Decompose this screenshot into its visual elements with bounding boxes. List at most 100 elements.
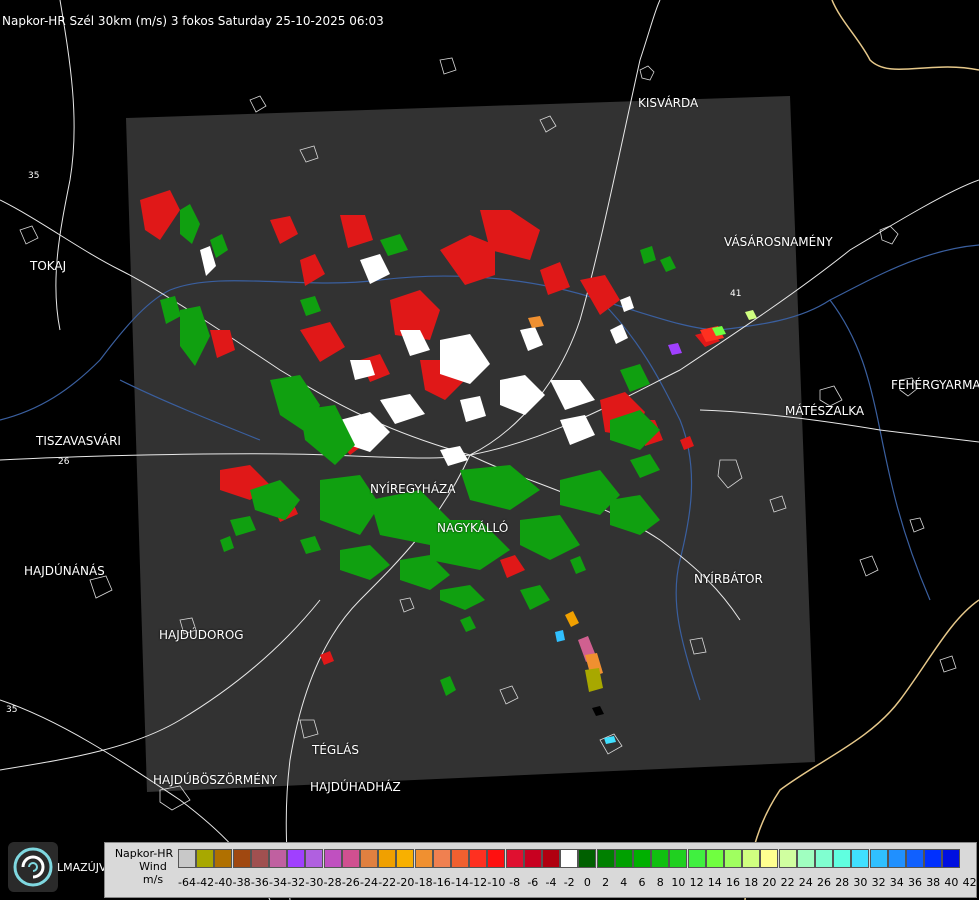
legend-tick-label: -8 [509, 876, 521, 889]
legend-tick-label: -14 [451, 876, 469, 889]
legend-tick-label: -38 [232, 876, 251, 889]
city-label-nyiregyhaza: NYÍREGYHÁZA [370, 482, 456, 496]
road-number-35-north: 35 [28, 171, 39, 181]
city-label-kisvarda: KISVÁRDA [638, 96, 699, 110]
legend-swatch [323, 849, 342, 868]
legend-swatch [651, 849, 670, 868]
legend-swatch [833, 849, 852, 868]
legend-swatch [287, 849, 306, 868]
legend-swatch [505, 849, 524, 868]
legend-tick-label: 30 [853, 876, 868, 889]
legend-swatch [596, 849, 615, 868]
legend-variable: Wind [139, 860, 167, 873]
wind-legend: Napkor-HR Wind m/s -64 -42 -40 -38 -36 -34 -32… [104, 842, 977, 898]
legend-swatch [250, 849, 269, 868]
legend-swatch [269, 849, 287, 868]
radar-coverage-area [126, 96, 815, 792]
road-number-26: 26 [58, 457, 70, 467]
legend-swatch [196, 849, 215, 868]
legend-swatch [560, 849, 579, 868]
legend-tick-label: -4 [545, 876, 557, 889]
legend-swatch [341, 849, 360, 868]
legend-swatch [742, 849, 761, 868]
legend-swatch [469, 849, 488, 868]
city-label-hajduhadhaz: HAJDÚHADHÁZ [310, 780, 401, 794]
city-label-hajduboszormeny: HAJDÚBÖSZÖRMÉNY [153, 773, 278, 787]
legend-tick-label: -22 [378, 876, 397, 889]
legend-tick-label: 2 [602, 876, 610, 889]
road-number-41: 41 [730, 289, 741, 299]
legend-swatch [232, 849, 251, 868]
legend-tick-label: 34 [889, 876, 904, 889]
legend-swatch [687, 849, 706, 868]
legend-swatch [778, 849, 797, 868]
legend-tick-label: 22 [780, 876, 795, 889]
legend-swatch [378, 849, 397, 868]
legend-swatch [705, 849, 724, 868]
legend-swatch [432, 849, 451, 868]
legend-tick-label: 4 [620, 876, 628, 889]
legend-swatch [214, 849, 233, 868]
legend-tick-label: -20 [396, 876, 415, 889]
legend-swatch [633, 849, 651, 868]
legend-tick-label: 38 [926, 876, 941, 889]
legend-tick-label: -34 [269, 876, 287, 889]
city-label-vasarosnameny: VÁSÁROSNAMÉNY [724, 235, 833, 249]
road-number-35-south: 35 [6, 705, 17, 715]
legend-tick-label: 8 [656, 876, 664, 889]
legend-swatch [924, 849, 943, 868]
map-title: Napkor-HR Szél 30km (m/s) 3 fokos Saturd… [2, 14, 384, 28]
legend-swatch [796, 849, 815, 868]
legend-tick-label: -12 [469, 876, 488, 889]
legend-tick-label: -26 [341, 876, 360, 889]
legend-swatch [887, 849, 906, 868]
legend-tick-label: 24 [798, 876, 813, 889]
legend-tick-label: 20 [762, 876, 777, 889]
legend-tick-label: -42 [196, 876, 215, 889]
legend-tick-label: 6 [638, 876, 646, 889]
city-label-hajdudorog: HAJDÚDOROG [159, 628, 244, 642]
legend-swatch [578, 849, 597, 868]
legend-tick-label: 12 [689, 876, 704, 889]
legend-swatch [487, 849, 506, 868]
legend-tick-label: 36 [908, 876, 922, 889]
legend-tick-label: -2 [563, 876, 575, 889]
legend-tick-label: -32 [287, 876, 306, 889]
legend-swatch [669, 849, 688, 868]
legend-tick-label: -10 [487, 876, 506, 889]
city-label-feheryarmat: FEHÉRGYARMA [891, 378, 979, 392]
legend-tick-label: 42 [962, 876, 977, 889]
city-label-nagykallo: NAGYKÁLLÓ [437, 521, 509, 535]
napkor-logo-icon [8, 842, 58, 892]
legend-tick-label: -64 [178, 876, 196, 889]
legend-tick-label: -6 [527, 876, 539, 889]
legend-tick-label: -18 [414, 876, 433, 889]
legend-tick-label: -24 [360, 876, 378, 889]
legend-swatch [851, 849, 870, 868]
radar-map: 35 26 41 35 [0, 0, 979, 900]
city-label-nyirbator: NYÍRBÁTOR [694, 572, 763, 586]
legend-swatch [396, 849, 415, 868]
legend-tick-label: -40 [214, 876, 233, 889]
legend-tick-label: 28 [835, 876, 850, 889]
city-label-hajdunanas: HAJDÚNÁNÁS [24, 564, 105, 578]
legend-tick-label: 10 [671, 876, 686, 889]
legend-title: Napkor-HR Wind m/s [109, 847, 179, 886]
legend-tick-label: -30 [305, 876, 324, 889]
legend-swatch [942, 849, 961, 868]
legend-tick-label: 14 [707, 876, 722, 889]
legend-swatch [760, 849, 779, 868]
legend-tick-label: 16 [726, 876, 740, 889]
legend-tick-label: -16 [432, 876, 451, 889]
legend-tick-label: 0 [583, 876, 591, 889]
legend-tick-label: 26 [817, 876, 831, 889]
legend-swatch [178, 849, 196, 868]
legend-tick-label: -36 [250, 876, 269, 889]
city-label-teglas: TÉGLÁS [312, 743, 359, 757]
legend-swatch [360, 849, 378, 868]
legend-swatch [815, 849, 833, 868]
city-label-mateszalka: MÁTÉSZALKA [785, 404, 865, 418]
legend-swatch [451, 849, 469, 868]
legend-swatch [906, 849, 924, 868]
legend-swatch [614, 849, 633, 868]
